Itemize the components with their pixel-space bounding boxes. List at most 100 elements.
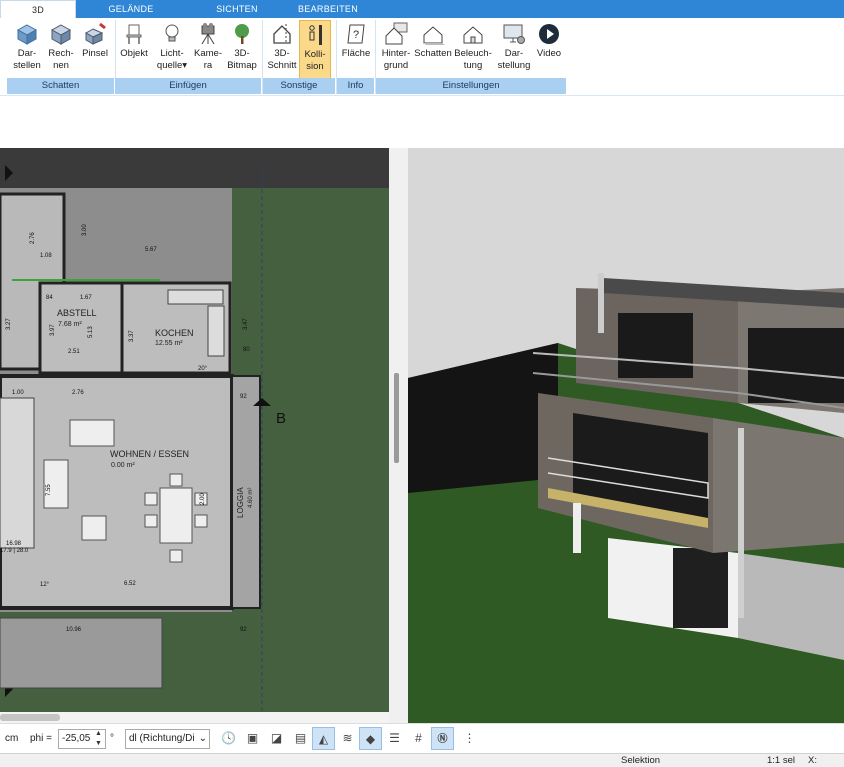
lightbulb-icon xyxy=(165,24,179,42)
view-splitter[interactable] xyxy=(389,148,408,723)
darstellen-button[interactable]: Dar- stellen xyxy=(10,20,44,80)
schnitt-label-2: Schnitt xyxy=(267,60,297,71)
group-label-info: Info xyxy=(337,78,374,94)
ribbon: Dar- stellen Rech- nen Pinsel Objekt Lic… xyxy=(0,18,844,96)
dim-label: 12° xyxy=(40,582,50,588)
lichtquelle-label-2: quelle xyxy=(156,60,183,71)
house-light-icon xyxy=(463,26,483,44)
hintergrund-label-1: Hinter- xyxy=(381,48,411,59)
dl-dropdown[interactable]: dl (Richtung/Di ⌄ xyxy=(125,729,210,749)
dim-label: 1.00 xyxy=(12,390,24,396)
dim-label: 20° xyxy=(198,366,208,372)
plan-horizontal-scrollbar[interactable] xyxy=(0,712,389,723)
dim-label: 2.51 xyxy=(68,349,80,355)
dim-label: 1.08 xyxy=(40,253,52,259)
lichtquelle-button[interactable]: Licht- quelle▾ xyxy=(155,20,189,80)
clock-icon[interactable]: 🕓 xyxy=(217,727,240,750)
section-house-icon xyxy=(273,24,291,44)
dim-label: 84 xyxy=(46,295,53,301)
chevron-down-icon: ⌄ xyxy=(198,733,207,744)
area-help-icon: ? xyxy=(347,24,365,44)
schatten-button[interactable]: Schatten xyxy=(414,20,452,80)
objekt-label: Objekt xyxy=(120,48,148,59)
kamera-button[interactable]: Kame- ra xyxy=(192,20,224,80)
texture-icon[interactable]: ≋ xyxy=(336,727,359,750)
video-label: Video xyxy=(536,48,562,59)
group-label-einfuegen: Einfügen xyxy=(115,78,261,94)
camera-tripod-icon xyxy=(201,23,215,45)
dim-label: 5.13 xyxy=(88,326,94,338)
house-shadow-icon xyxy=(423,26,445,45)
cube-render-icon xyxy=(16,24,38,45)
splitter-handle[interactable] xyxy=(394,373,399,463)
unit-label: cm xyxy=(5,733,19,744)
dim-label: 2.76 xyxy=(72,390,84,396)
north-icon[interactable]: Ⓝ xyxy=(431,727,454,750)
schatten-label: Schatten xyxy=(414,48,452,59)
room-abstell: ABSTELL xyxy=(57,308,97,318)
flaeche-label: Fläche xyxy=(341,48,371,59)
status-mode: Selektion xyxy=(621,755,661,766)
section-label: B xyxy=(276,410,286,427)
dim-label: 3.47 xyxy=(243,318,249,330)
beleuchtung-label-2: tung xyxy=(463,60,483,71)
dim-label: 17.9 | 28.0 xyxy=(0,548,29,554)
scrollbar-thumb[interactable] xyxy=(0,714,60,721)
darstellung-button[interactable]: Dar- stellung xyxy=(494,20,534,80)
bitmap-button[interactable]: 3D- Bitmap xyxy=(226,20,258,80)
schnitt-button[interactable]: 3D- Schnitt xyxy=(266,20,298,80)
person-wall-icon xyxy=(309,25,322,45)
darstellung-label-2: stellung xyxy=(497,60,531,71)
plane-view-icon[interactable]: ◆ xyxy=(359,727,382,750)
kamera-label-2: ra xyxy=(203,60,213,71)
3d-view[interactable] xyxy=(408,148,844,723)
grid-icon[interactable]: # xyxy=(407,727,430,750)
play-icon xyxy=(539,24,559,44)
tab-3d[interactable]: 3D xyxy=(0,0,76,18)
tree-icon xyxy=(235,24,249,44)
terrain-view-icon[interactable]: ◭ xyxy=(312,727,335,750)
screen-icon[interactable]: ▣ xyxy=(241,727,264,750)
tab-gelaende[interactable]: GELÄNDE xyxy=(96,0,166,18)
objekt-button[interactable]: Objekt xyxy=(118,20,150,80)
dim-label: 1.67 xyxy=(80,295,92,301)
dim-label: 3.37 xyxy=(129,330,135,342)
pinsel-label: Pinsel xyxy=(82,48,108,59)
3d-house-render xyxy=(408,273,844,723)
beleuchtung-label-1: Beleuch- xyxy=(454,48,492,59)
dim-label: 10.96 xyxy=(66,627,82,633)
stack-icon[interactable]: ☰ xyxy=(383,727,406,750)
pinsel-button[interactable]: Pinsel xyxy=(80,20,110,80)
hintergrund-button[interactable]: Hinter- grund xyxy=(378,20,414,80)
chair-icon xyxy=(126,24,142,44)
status-scale: 1:1 sel xyxy=(767,755,795,766)
lichtquelle-label-1: Licht- xyxy=(160,48,184,59)
room-loggia-area: 4.60 m² xyxy=(248,488,254,508)
dim-label: 6.52 xyxy=(124,581,136,587)
layers-icon[interactable]: ▤ xyxy=(289,727,312,750)
floor-plan-view[interactable]: B ABSTELL 7.68 m² KOCHEN 12.55 m² WOHNEN… xyxy=(0,148,389,712)
more-options-icon[interactable]: ⋮ xyxy=(458,727,481,750)
ribbon-tab-bar: 3D GELÄNDE SICHTEN BEARBEITEN xyxy=(0,0,844,18)
tab-sichten[interactable]: SICHTEN xyxy=(205,0,269,18)
kamera-label-1: Kame- xyxy=(194,48,222,59)
rechnen-button[interactable]: Rech- nen xyxy=(46,20,76,80)
house-background-icon xyxy=(385,22,408,45)
dim-label: 80 xyxy=(243,347,250,353)
schnitt-label-1: 3D- xyxy=(274,48,290,59)
beleuchtung-button[interactable]: Beleuch- tung xyxy=(453,20,493,80)
kollision-button[interactable]: Kolli- sion xyxy=(299,20,331,80)
status-x: X: xyxy=(808,755,817,766)
tab-bearbeiten[interactable]: BEARBEITEN xyxy=(290,0,366,18)
room-loggia: LOGGIA xyxy=(236,487,245,518)
camera-tool-icon[interactable]: ◪ xyxy=(265,727,288,750)
video-button[interactable]: Video xyxy=(534,20,564,80)
room-wohnen-area: 0.00 m² xyxy=(111,462,135,469)
bitmap-label-2: Bitmap xyxy=(227,60,257,71)
flaeche-button[interactable]: ? Fläche xyxy=(339,20,373,80)
room-abstell-area: 7.68 m² xyxy=(58,321,82,328)
dim-label: 3.97 xyxy=(50,324,56,336)
phi-spinner[interactable]: ▲ ▼ xyxy=(92,729,105,749)
status-bar: Selektion 1:1 sel X: xyxy=(0,753,844,767)
dim-label: 5.67 xyxy=(145,247,157,253)
